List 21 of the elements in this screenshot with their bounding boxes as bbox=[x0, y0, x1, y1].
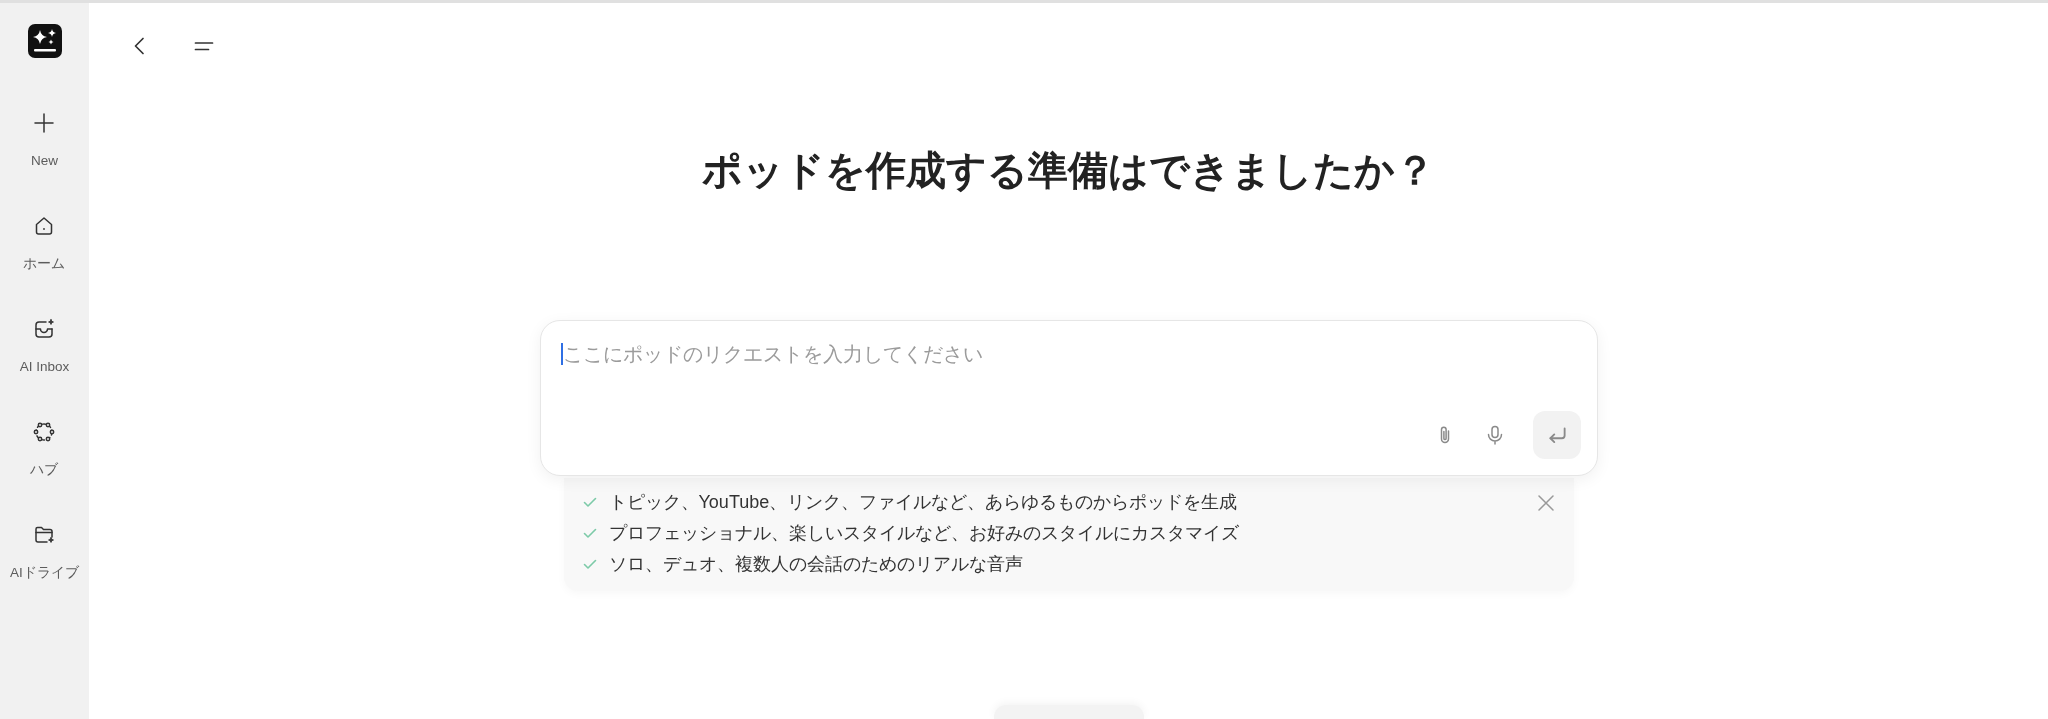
page-title: ポッドを作成する準備はできましたか？ bbox=[701, 147, 1436, 194]
check-icon bbox=[582, 495, 597, 509]
request-input-field[interactable]: ここにポッドのリクエストを入力してください bbox=[562, 341, 1581, 401]
sidebar-item[interactable]: AIドライブ bbox=[10, 516, 79, 589]
hint-text: トピック、YouTube、リンク、ファイルなど、あらゆるものからポッドを生成 bbox=[608, 491, 1238, 514]
text-cursor bbox=[560, 343, 563, 365]
hint-text: プロフェッショナル、楽しいスタイルなど、お好みのスタイルにカスタマイズ bbox=[608, 522, 1239, 545]
request-input[interactable]: ここにポッドのリクエストを入力してください bbox=[539, 320, 1598, 476]
close-icon bbox=[1536, 494, 1555, 512]
inbox-sparkle-icon bbox=[33, 318, 56, 340]
check-icon bbox=[582, 557, 597, 571]
sidebar-item[interactable]: ホーム bbox=[23, 207, 66, 280]
hint-text: ソロ、デュオ、複数人の会話のためのリアルな音声 bbox=[608, 553, 1023, 576]
sidebar-item[interactable]: AI Inbox bbox=[19, 310, 70, 383]
folder-sparkle-icon bbox=[33, 524, 56, 546]
sparkle-logo-icon[interactable] bbox=[27, 24, 62, 58]
check-icon bbox=[582, 526, 597, 540]
sidebar-item[interactable]: ハブ bbox=[30, 413, 59, 486]
sidebar-item[interactable]: New bbox=[31, 104, 58, 177]
dotted-ring-icon bbox=[33, 421, 56, 443]
plus-icon bbox=[33, 112, 56, 134]
